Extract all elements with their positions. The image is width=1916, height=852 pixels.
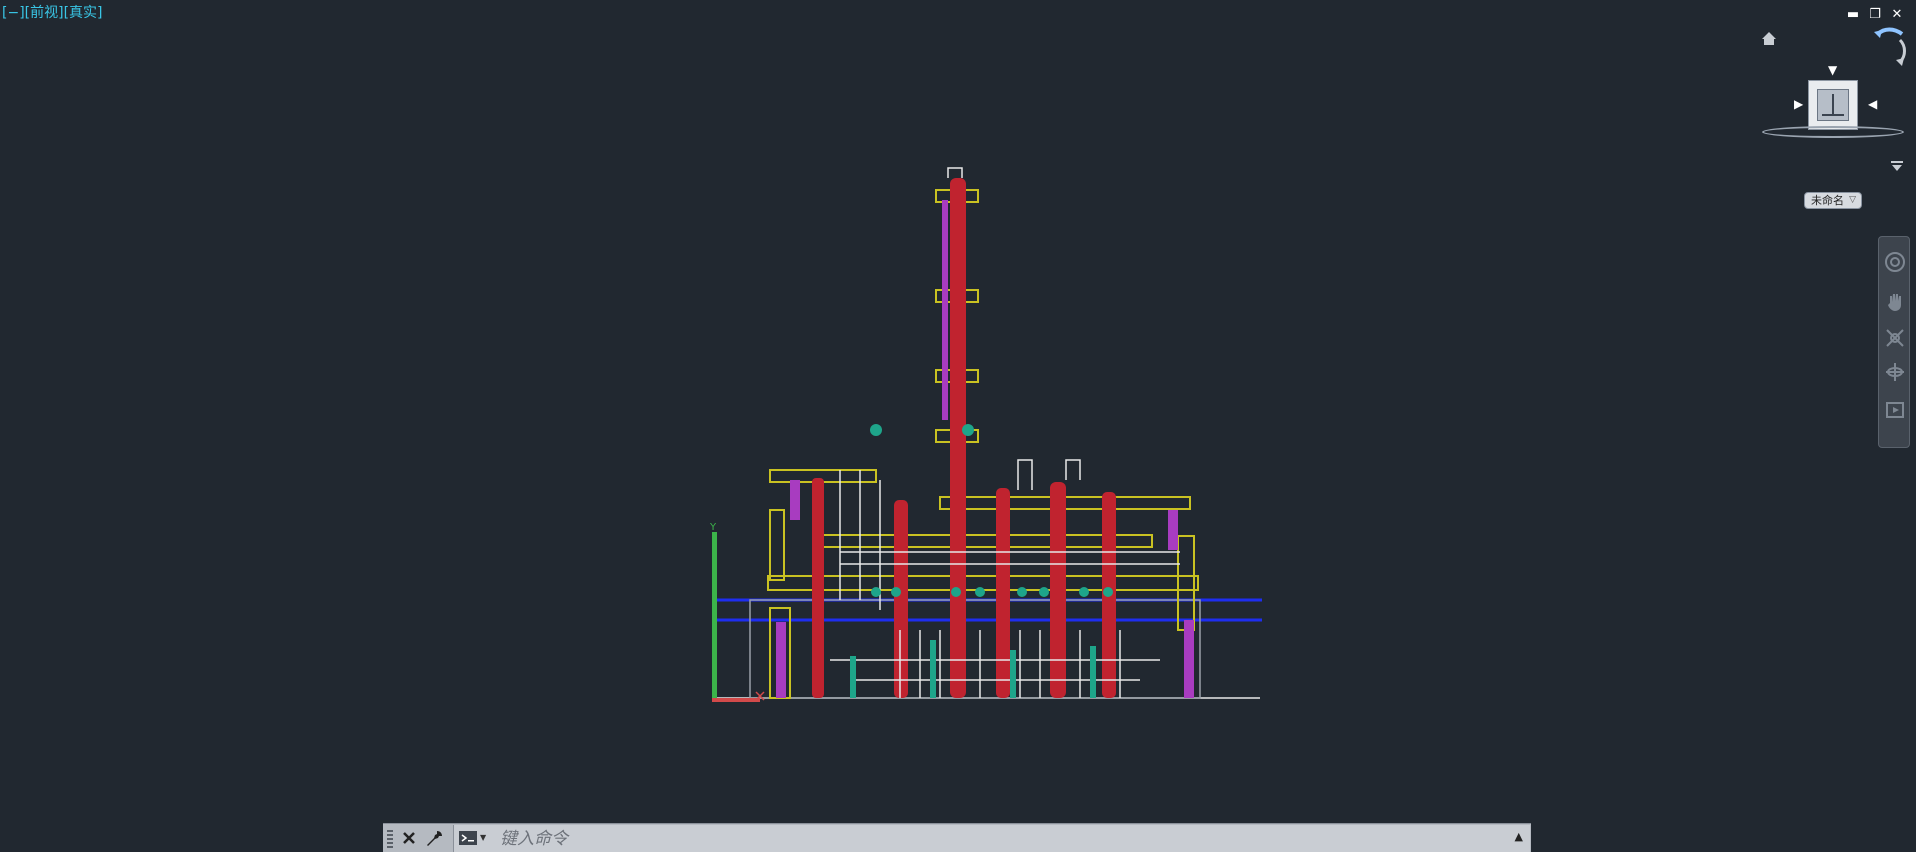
viewport-controls-label[interactable]: [−][前视][真实] xyxy=(2,5,103,21)
blue-pipes xyxy=(712,598,1262,622)
viewcube-menu-icon[interactable] xyxy=(1890,160,1904,172)
pan-hand-icon[interactable] xyxy=(1884,291,1906,313)
ucs-menu-button[interactable]: 未命名 ▽ xyxy=(1804,192,1862,209)
viewport-window-controls: ▬ ❐ ✕ xyxy=(1846,8,1904,22)
drag-grip-handle[interactable] xyxy=(387,830,393,848)
ucs-y-label: Y xyxy=(709,522,717,533)
show-motion-icon[interactable] xyxy=(1884,399,1906,421)
orbit-icon[interactable] xyxy=(1884,361,1906,383)
chevron-down-icon[interactable]: ▼ xyxy=(480,833,486,842)
minimize-button[interactable]: ▬ xyxy=(1846,8,1860,22)
command-history-button[interactable]: ▲ xyxy=(1515,830,1523,843)
command-input[interactable] xyxy=(498,827,1482,851)
ladders xyxy=(776,200,1194,698)
command-line-bar: ▼ ▲ xyxy=(383,823,1531,852)
close-command-line-icon[interactable] xyxy=(399,828,419,848)
viewcube-front-face[interactable] xyxy=(1808,80,1858,130)
restore-button[interactable]: ❐ xyxy=(1868,8,1882,22)
plant-model-drawing: Y xyxy=(709,167,1262,702)
ucs-icon: Y xyxy=(709,522,765,702)
close-button[interactable]: ✕ xyxy=(1890,8,1904,22)
viewcube[interactable]: ▼ ▶ ◀ xyxy=(1760,28,1916,148)
chevron-down-icon: ▽ xyxy=(1849,195,1856,205)
command-input-area: ▼ xyxy=(453,825,1530,852)
steering-wheel-icon[interactable] xyxy=(1884,251,1906,273)
viewcube-right-arrow[interactable]: ◀ xyxy=(1868,98,1877,110)
ucs-label: 未命名 xyxy=(1811,194,1844,207)
platforms xyxy=(767,189,1199,699)
equipment xyxy=(850,424,1113,698)
viewcube-top-arrow[interactable]: ▼ xyxy=(1828,64,1837,76)
viewcube-compass-ring[interactable] xyxy=(1762,126,1904,138)
command-prompt-icon[interactable] xyxy=(458,830,478,846)
zoom-extents-icon[interactable] xyxy=(1884,327,1906,349)
wrench-customize-icon[interactable] xyxy=(425,828,445,848)
viewcube-left-arrow[interactable]: ▶ xyxy=(1794,98,1803,110)
navigation-bar xyxy=(1878,236,1910,448)
